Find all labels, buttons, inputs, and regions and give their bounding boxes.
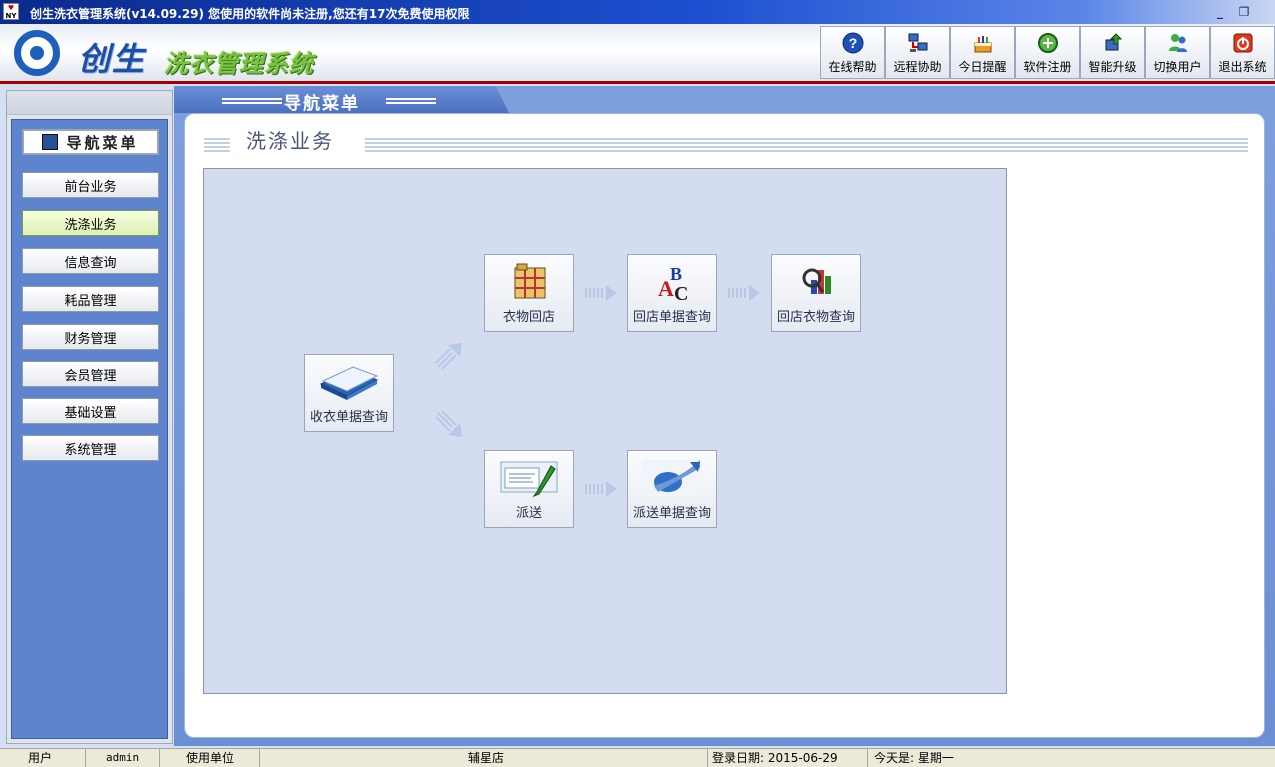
tab-decoration-left [222,98,282,104]
sidebar-item-info-query[interactable]: 信息查询 [22,248,159,274]
logo-icon [14,30,60,76]
switch-user-label: 切换用户 [1153,60,1202,74]
logo-text: 创生 [78,40,147,78]
status-unit-value: 辅星店 [260,749,708,767]
globe-icon [640,458,704,498]
arrow-down-right-icon [435,410,462,437]
upgrade-icon [1102,32,1124,54]
app-icon[interactable]: ♥ NY [3,3,19,20]
reminder-label: 今日提醒 [958,60,1007,74]
toolbar: ? 在线帮助 远程协助 今日提醒 软件注册 智能升级 切换用户 退出系统 [820,26,1275,79]
title-bar: ♥ NY 创生洗衣管理系统(v14.09.29) 您使用的软件尚未注册,您还有17… [0,0,1275,24]
return-clothes-query-label: 回店衣物查询 [776,310,855,325]
remote-assist-label: 远程协助 [893,60,942,74]
system-name: 洗衣管理系统 [164,50,314,78]
nav-menu-header-label: 导航菜单 [66,133,139,152]
sidebar-item-front-desk[interactable]: 前台业务 [22,172,159,198]
nav-menu-icon [42,134,59,150]
status-user-value: admin [86,749,160,767]
workflow-diagram: 收衣单据查询 衣物回店 ABC 回店单据查询 回店衣物查询 派送 派送单据查询 [203,168,1007,694]
power-icon [1232,32,1254,54]
status-bar: 用户 admin 使用单位 辅星店 登录日期: 2015-06-29 今天是: … [0,748,1275,767]
return-clothes-query-node[interactable]: 回店衣物查询 [771,254,861,332]
upgrade-label: 智能升级 [1088,60,1137,74]
register-icon [1037,32,1059,54]
status-unit-label: 使用单位 [160,749,260,767]
sidebar-item-consumables[interactable]: 耗品管理 [22,286,159,312]
nav-menu-header: 导航菜单 [22,129,159,155]
upgrade-button[interactable]: 智能升级 [1080,26,1145,79]
sidebar-item-washing[interactable]: 洗涤业务 [22,210,159,236]
minimize-button[interactable]: _ [1210,4,1230,20]
dispatch-node[interactable]: 派送 [484,450,574,528]
register-button[interactable]: 软件注册 [1015,26,1080,79]
register-label: 软件注册 [1023,60,1072,74]
dispatch-receipt-query-node[interactable]: 派送单据查询 [627,450,717,528]
window-title: 创生洗衣管理系统(v14.09.29) 您使用的软件尚未注册,您还有17次免费使… [30,7,470,21]
help-button[interactable]: ? 在线帮助 [820,26,885,79]
magnifier-icon [784,262,848,302]
nav-tab: 导航菜单 [174,86,509,113]
arrow-right-icon [585,285,617,301]
collect-receipt-query-node[interactable]: 收衣单据查询 [304,354,394,432]
status-user-label: 用户 [0,749,86,767]
sidebar: 导航菜单 前台业务 洗涤业务 信息查询 耗品管理 财务管理 会员管理 基础设置 … [6,90,173,744]
restore-button[interactable]: ❐ [1234,4,1254,20]
reminder-button[interactable]: 今日提醒 [950,26,1015,79]
dispatch-label: 派送 [515,506,542,521]
collect-receipt-query-label: 收衣单据查询 [309,410,388,425]
exit-button[interactable]: 退出系统 [1210,26,1275,79]
return-receipt-query-label: 回店单据查询 [632,310,711,325]
sidebar-item-system[interactable]: 系统管理 [22,435,159,461]
nav-tab-title: 导航菜单 [284,94,360,114]
dispatch-receipt-query-label: 派送单据查询 [632,506,711,521]
sidebar-top-bar [7,91,172,115]
arrow-right-icon [585,481,617,497]
sidebar-item-basic-settings[interactable]: 基础设置 [22,398,159,424]
clothes-return-label: 衣物回店 [502,310,555,325]
book-icon [317,362,381,402]
arrow-right-icon [728,285,760,301]
clothes-return-node[interactable]: 衣物回店 [484,254,574,332]
remote-computer-icon [907,32,929,54]
documents-pen-icon [497,458,561,498]
switch-user-icon [1167,32,1189,54]
switch-user-button[interactable]: 切换用户 [1145,26,1210,79]
section-title: 洗涤业务 [246,129,334,153]
svg-text:B: B [670,264,682,284]
sidebar-item-finance[interactable]: 财务管理 [22,324,159,350]
sidebar-item-members[interactable]: 会员管理 [22,361,159,387]
abc-icon: ABC [640,262,704,302]
status-login-date: 登录日期: 2015-06-29 [708,749,868,767]
title-stripes-left [204,138,230,153]
arrow-up-right-icon [435,343,462,370]
help-label: 在线帮助 [828,60,877,74]
title-stripes-right [365,138,1248,153]
tab-decoration-right [386,98,436,104]
cake-icon [972,32,994,54]
svg-text:C: C [674,283,688,302]
svg-text:?: ? [848,35,857,51]
help-icon: ? [842,32,864,54]
sidebar-menu: 导航菜单 前台业务 洗涤业务 信息查询 耗品管理 财务管理 会员管理 基础设置 … [11,119,168,739]
exit-label: 退出系统 [1218,60,1267,74]
boxes-icon [497,262,561,302]
remote-assist-button[interactable]: 远程协助 [885,26,950,79]
return-receipt-query-node[interactable]: ABC 回店单据查询 [627,254,717,332]
app-header: 创生 洗衣管理系统 ? 在线帮助 远程协助 今日提醒 软件注册 智能升级 切换用… [0,24,1275,84]
status-today: 今天是: 星期一 [874,751,954,765]
